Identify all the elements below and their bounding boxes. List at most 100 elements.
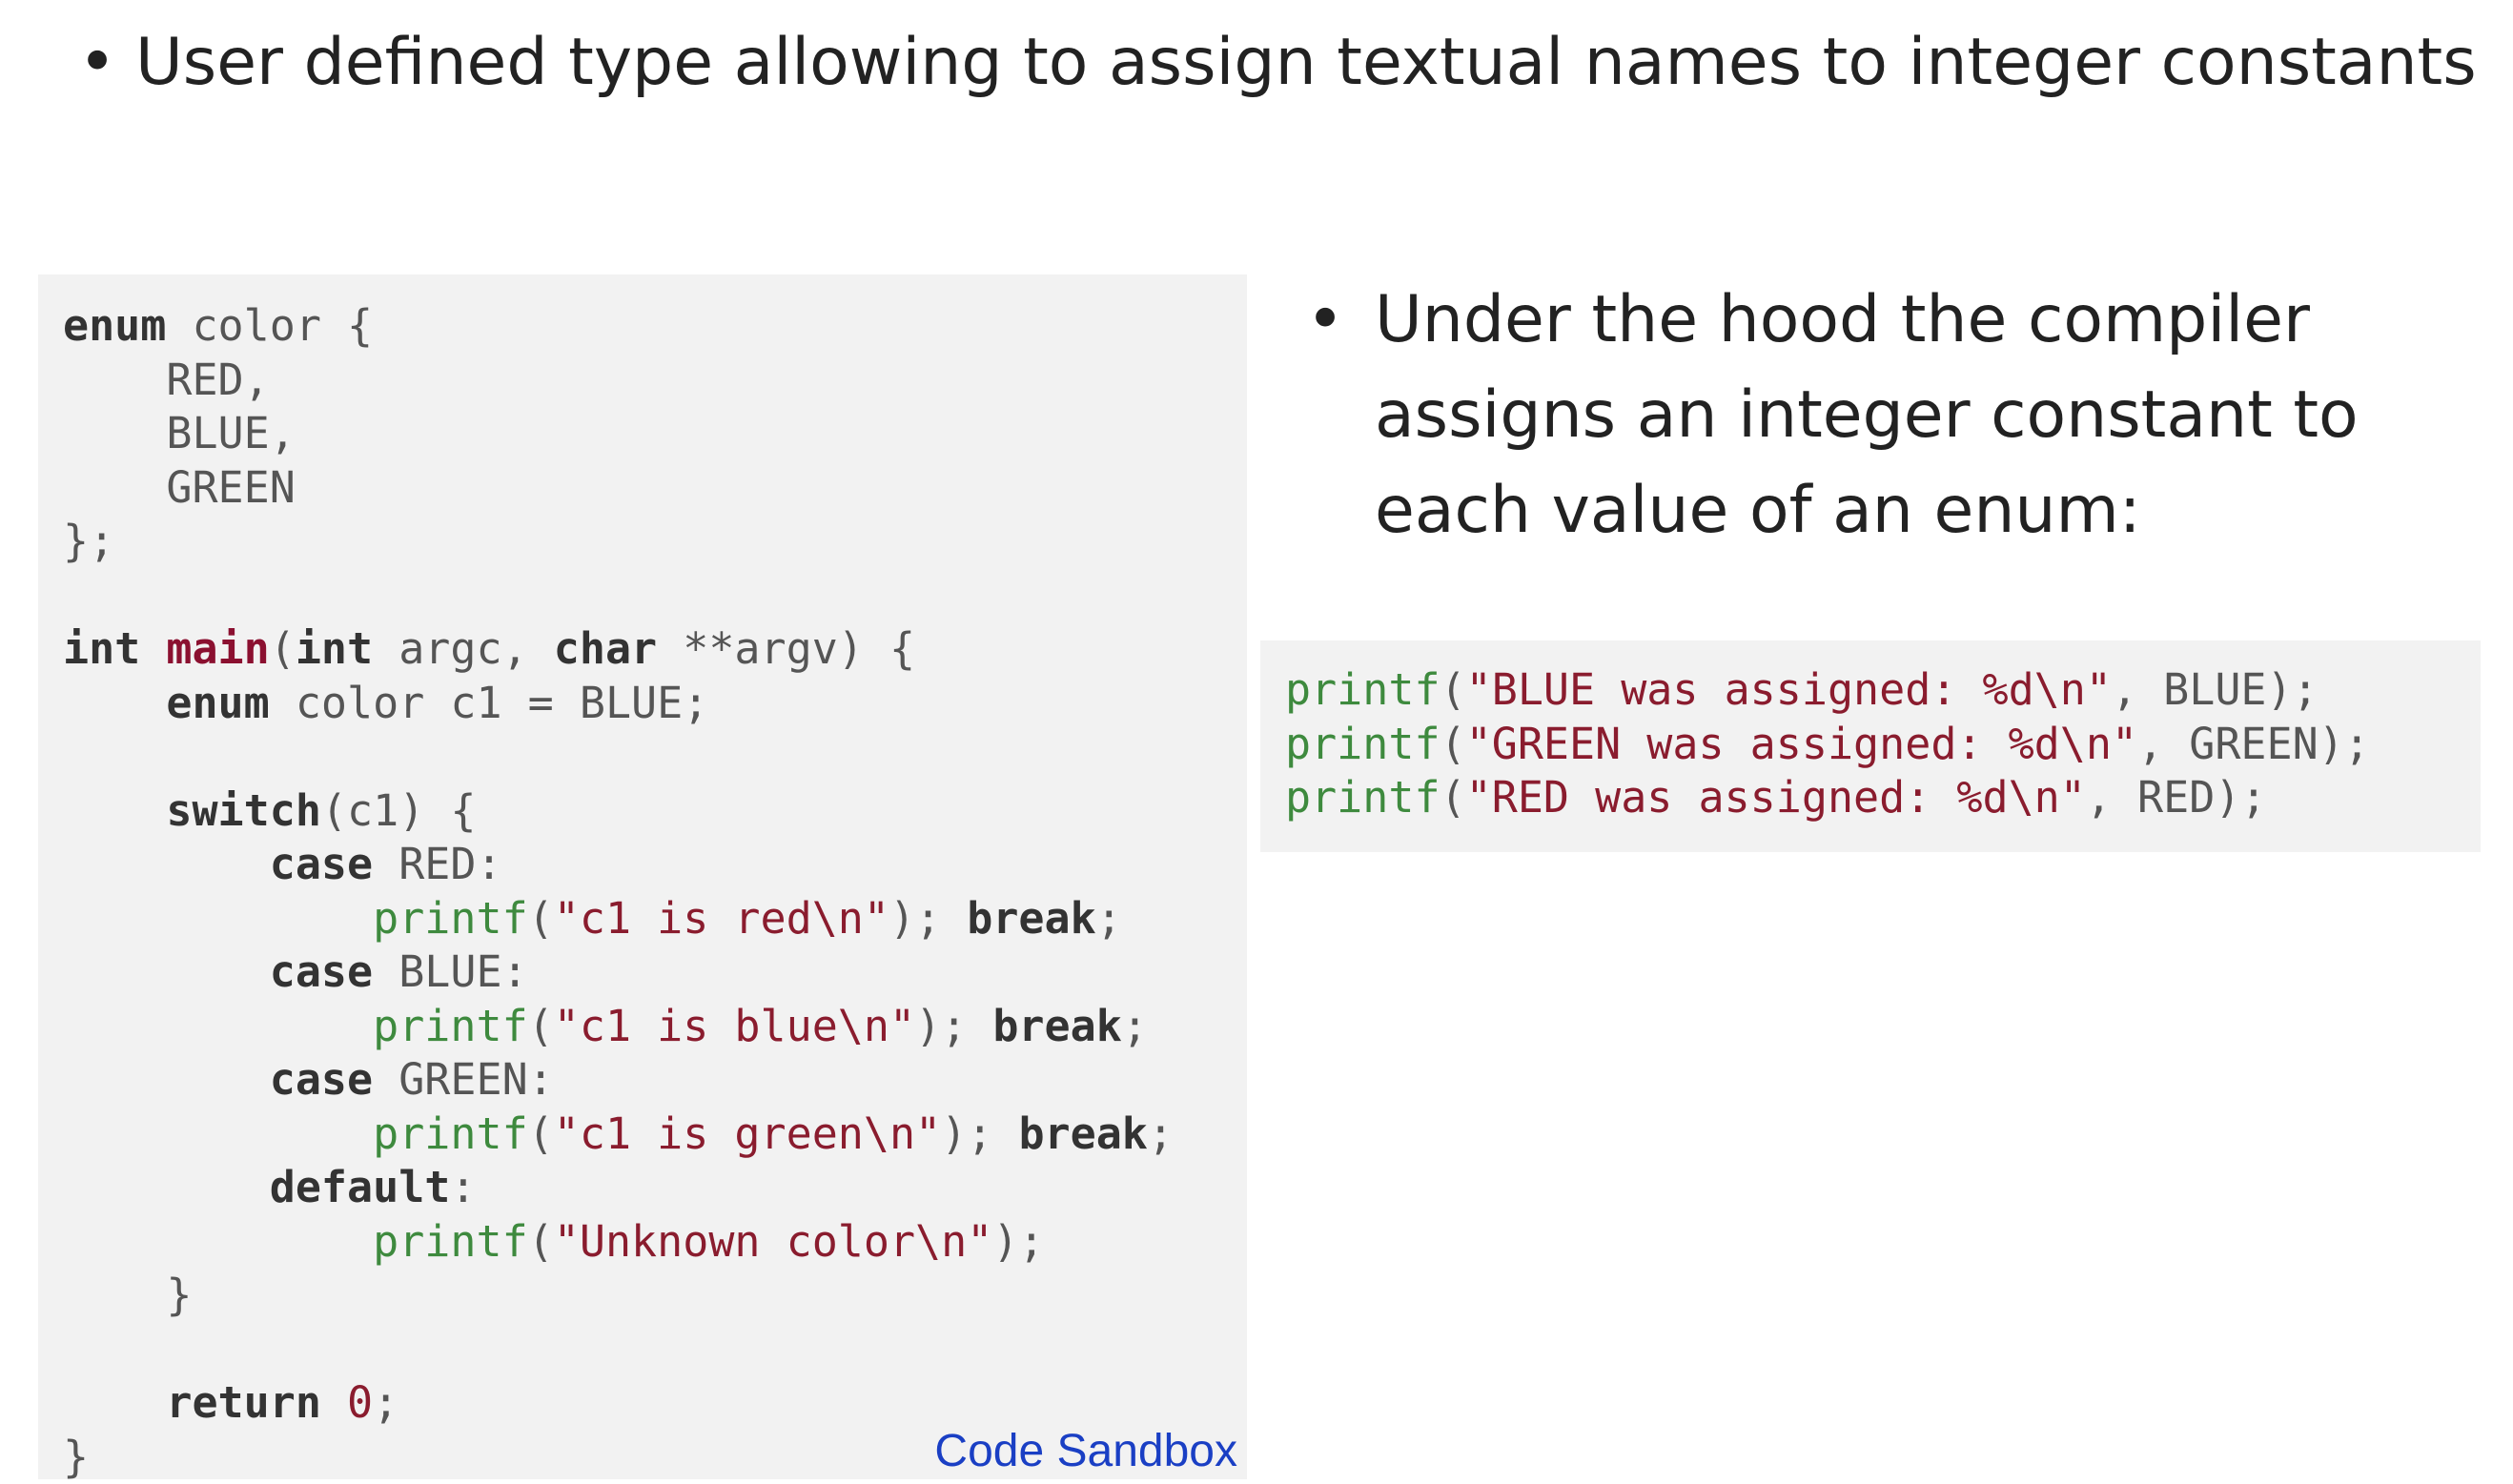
- code-token: };: [63, 516, 114, 566]
- code-token: "BLUE was assigned: %d\n": [1466, 664, 2112, 715]
- code-token: enum: [166, 678, 269, 728]
- code-line: }: [63, 1269, 1174, 1323]
- code-token: int: [296, 623, 373, 674]
- code-token: [63, 1162, 270, 1212]
- code-line: printf("c1 is blue\n"); break;: [63, 1000, 1174, 1054]
- code-token: break: [967, 893, 1095, 944]
- code-line: return 0;: [63, 1376, 1174, 1431]
- code-token: ;: [373, 1377, 398, 1428]
- code-token: [63, 1216, 373, 1267]
- code-line: printf("Unknown color\n");: [63, 1215, 1174, 1270]
- code-token: break: [1018, 1108, 1147, 1159]
- code-token: );: [915, 1001, 992, 1051]
- code-token: (: [1440, 664, 1466, 715]
- code-token: (: [528, 1108, 554, 1159]
- code-line: RED,: [63, 354, 1174, 408]
- code-token: ;: [1122, 1001, 1148, 1051]
- code-token: printf: [1285, 719, 1440, 769]
- code-token: printf: [1285, 664, 1440, 715]
- bullet-icon: •: [78, 15, 135, 111]
- compiler-bullet-text: Under the hood the compiler assigns an i…: [1375, 273, 2450, 559]
- code-line: };: [63, 515, 1174, 569]
- compiler-bullet: • Under the hood the compiler assigns an…: [1306, 273, 2450, 559]
- code-token: [63, 1377, 166, 1428]
- code-token: break: [992, 1001, 1121, 1051]
- code-token: ;: [1148, 1108, 1174, 1159]
- code-token: (: [528, 1216, 554, 1267]
- code-token: "RED was assigned: %d\n": [1466, 772, 2086, 823]
- code-token: char: [554, 623, 657, 674]
- code-token: );: [992, 1216, 1044, 1267]
- code-token: RED:: [373, 839, 501, 889]
- code-line: [63, 569, 1174, 623]
- printf-code: printf("BLUE was assigned: %d\n", BLUE);…: [1285, 663, 2370, 825]
- code-line: switch(c1) {: [63, 784, 1174, 839]
- code-line: [63, 1323, 1174, 1377]
- code-token: color c1 = BLUE;: [270, 678, 709, 728]
- code-line: GREEN: [63, 461, 1174, 516]
- code-token: [63, 946, 270, 997]
- code-token: );: [889, 893, 967, 944]
- code-token: (: [528, 1001, 554, 1051]
- code-line: printf("c1 is red\n"); break;: [63, 892, 1174, 946]
- code-line: [63, 730, 1174, 784]
- code-line: default:: [63, 1161, 1174, 1215]
- code-token: [63, 785, 166, 836]
- code-token: BLUE,: [63, 408, 296, 458]
- code-token: return: [166, 1377, 321, 1428]
- code-token: default: [270, 1162, 451, 1212]
- bullet-icon: •: [1306, 273, 1363, 368]
- code-token: "GREEN was assigned: %d\n": [1466, 719, 2137, 769]
- code-line: printf("GREEN was assigned: %d\n", GREEN…: [1285, 718, 2370, 772]
- code-token: switch: [166, 785, 321, 836]
- code-token: (: [270, 623, 296, 674]
- code-token: "Unknown color\n": [554, 1216, 993, 1267]
- code-token: ;: [1096, 893, 1122, 944]
- code-line: int main(int argc, char **argv) {: [63, 622, 1174, 677]
- code-token: [63, 678, 166, 728]
- code-line: printf("RED was assigned: %d\n", RED);: [1285, 771, 2370, 825]
- top-bullet-text: User defined type allowing to assign tex…: [135, 25, 2477, 100]
- code-line: printf("c1 is green\n"); break;: [63, 1108, 1174, 1162]
- code-line: BLUE,: [63, 407, 1174, 461]
- code-token: printf: [373, 1216, 528, 1267]
- code-token: enum: [63, 300, 166, 351]
- printf-code-block: printf("BLUE was assigned: %d\n", BLUE);…: [1260, 640, 2481, 852]
- code-token: int: [63, 623, 140, 674]
- code-token: , BLUE);: [2112, 664, 2319, 715]
- code-token: :: [450, 1162, 476, 1212]
- code-token: }: [63, 1270, 192, 1320]
- code-token: );: [941, 1108, 1018, 1159]
- code-token: "c1 is blue\n": [554, 1001, 915, 1051]
- code-token: main: [166, 623, 269, 674]
- code-token: BLUE:: [373, 946, 528, 997]
- code-token: **argv) {: [657, 623, 915, 674]
- code-line: enum color {: [63, 299, 1174, 354]
- code-token: [140, 623, 166, 674]
- code-token: "c1 is red\n": [554, 893, 889, 944]
- code-token: printf: [1285, 772, 1440, 823]
- code-token: , RED);: [2086, 772, 2267, 823]
- code-token: case: [270, 1054, 373, 1105]
- code-token: [63, 1001, 373, 1051]
- code-token: [63, 1054, 270, 1105]
- code-token: printf: [373, 893, 528, 944]
- code-token: case: [270, 839, 373, 889]
- code-token: GREEN:: [373, 1054, 554, 1105]
- code-sandbox-link[interactable]: Code Sandbox: [934, 1425, 1237, 1477]
- code-token: (: [528, 893, 554, 944]
- code-token: 0: [347, 1377, 373, 1428]
- code-token: [63, 839, 270, 889]
- code-token: RED,: [63, 355, 270, 405]
- code-token: GREEN: [63, 462, 296, 513]
- code-token: }: [63, 1432, 89, 1482]
- code-line: enum color c1 = BLUE;: [63, 677, 1174, 731]
- code-token: [321, 1377, 347, 1428]
- code-token: [63, 893, 373, 944]
- code-token: "c1 is green\n": [554, 1108, 941, 1159]
- code-line: case RED:: [63, 838, 1174, 892]
- code-token: (: [1440, 772, 1466, 823]
- code-token: [63, 1108, 373, 1159]
- code-token: printf: [373, 1001, 528, 1051]
- code-token: case: [270, 946, 373, 997]
